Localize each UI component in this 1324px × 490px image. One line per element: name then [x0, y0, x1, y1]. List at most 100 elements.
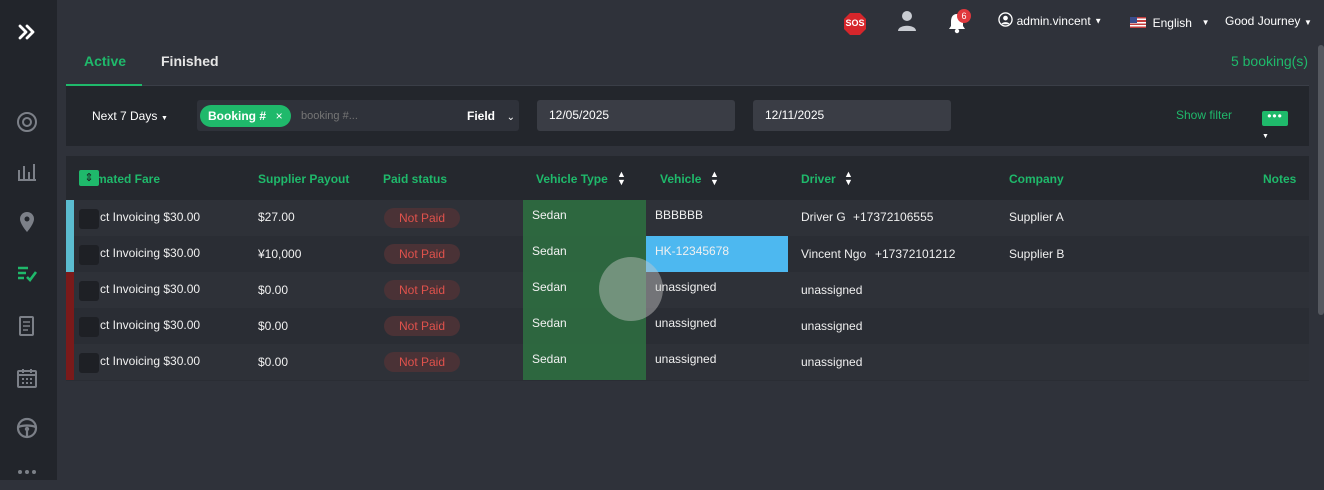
chevron-down-icon: ▼	[1262, 133, 1269, 140]
payout-cell: $27.00	[258, 210, 295, 224]
us-flag-icon	[1130, 17, 1146, 29]
tab-active[interactable]: Active	[84, 53, 126, 69]
chevron-down-icon: ⌄	[506, 112, 516, 123]
company-cell: Supplier A	[1009, 210, 1064, 224]
date-to-field[interactable]: 12/11/2025	[753, 100, 951, 131]
vehicle-cell[interactable]: unassigned	[655, 280, 716, 294]
vehicle-type-cell[interactable]: Sedan	[532, 244, 567, 258]
col-supplier-payout: Supplier Payout	[258, 172, 350, 186]
sos-button[interactable]: SOS	[843, 12, 867, 36]
steering-wheel-icon[interactable]	[13, 414, 41, 442]
sidebar	[0, 0, 57, 480]
paid-status-badge: Not Paid	[384, 280, 460, 300]
date-range-label: Next 7 Days	[92, 109, 158, 123]
payout-cell: $0.00	[258, 319, 289, 333]
vehicle-type-cell[interactable]: Sedan	[532, 352, 567, 366]
col-vehicle[interactable]: Vehicle	[660, 172, 701, 186]
table-row[interactable]: ct Invoicing $30.00 ¥10,000 Not Paid Sed…	[66, 236, 1309, 272]
chevron-down-icon: ▼	[1094, 16, 1103, 26]
expand-sidebar-icon[interactable]	[13, 18, 41, 46]
field-label: Field	[467, 109, 496, 123]
user-menu[interactable]: admin.vincent ▼	[998, 12, 1102, 30]
tab-finished[interactable]: Finished	[161, 53, 219, 69]
user-name: admin.vincent	[1016, 14, 1091, 28]
row-checkbox[interactable]	[79, 245, 99, 265]
date-to-value: 12/11/2025	[765, 108, 825, 122]
filter-bar: Next 7 Days ▼ Booking # × Field ⌄ 12/05/…	[66, 86, 1309, 146]
vehicle-cell[interactable]: BBBBBB	[655, 208, 703, 222]
row-checkbox[interactable]	[79, 317, 99, 337]
vehicle-cell[interactable]: unassigned	[655, 316, 716, 330]
chip-label: Booking #	[208, 109, 267, 123]
col-fare: mated Fare	[96, 172, 161, 186]
company-name: Good Journey	[1225, 14, 1301, 28]
driver-cell[interactable]: unassigned	[801, 319, 862, 333]
vehicle-cell[interactable]: HK-12345678	[655, 244, 729, 258]
reports-icon[interactable]	[13, 158, 41, 186]
fare-cell: ct Invoicing $30.00	[100, 282, 201, 296]
payout-cell: $0.00	[258, 283, 289, 297]
row-status-bar	[66, 272, 74, 308]
row-checkbox[interactable]	[79, 353, 99, 373]
table-row[interactable]: ct Invoicing $30.00 $0.00 Not Paid Sedan…	[66, 344, 1309, 380]
driver-cell[interactable]: unassigned	[801, 355, 862, 369]
fare-cell: ct Invoicing $30.00	[100, 354, 201, 368]
scrollbar[interactable]	[1318, 45, 1324, 315]
more-icon: •••	[1262, 110, 1288, 126]
payout-cell: ¥10,000	[258, 247, 302, 261]
driver-phone-cell: +17372101212	[875, 247, 956, 261]
row-status-bar	[66, 200, 74, 236]
col-vehicle-type[interactable]: Vehicle Type	[536, 172, 608, 186]
vehicle-type-cell[interactable]: Sedan	[532, 208, 567, 222]
user-icon	[998, 12, 1013, 30]
more-options-button[interactable]: ••• ▼	[1262, 108, 1298, 140]
more-apps-icon[interactable]	[13, 462, 41, 490]
row-status-bar	[66, 308, 74, 344]
search-box: Booking # × Field ⌄	[197, 100, 519, 131]
vehicle-type-cell[interactable]: Sedan	[532, 280, 567, 294]
calendar-icon[interactable]	[13, 364, 41, 392]
row-checkbox[interactable]	[79, 209, 99, 229]
row-checkbox[interactable]	[79, 281, 99, 301]
notification-badge: 6	[957, 9, 971, 23]
sort-icon[interactable]: ▲ ▼	[710, 170, 719, 187]
col-driver[interactable]: Driver	[801, 172, 836, 186]
driver-cell[interactable]: unassigned	[801, 283, 862, 297]
driver-cell[interactable]: Driver G	[801, 210, 846, 224]
date-range-dropdown[interactable]: Next 7 Days ▼	[92, 108, 168, 123]
company-menu[interactable]: Good Journey ▼	[1225, 13, 1312, 28]
vehicle-cell[interactable]: unassigned	[655, 352, 716, 366]
sort-icon[interactable]: ▲ ▼	[844, 170, 853, 187]
table-row[interactable]: ct Invoicing $30.00 $27.00 Not Paid Seda…	[66, 200, 1309, 236]
booking-filter-chip[interactable]: Booking # ×	[200, 105, 291, 127]
driver-phone-cell: +17372106555	[853, 210, 934, 224]
table-header: ⇕ mated Fare Supplier Payout Paid status…	[66, 156, 1309, 200]
table-row[interactable]: ct Invoicing $30.00 $0.00 Not Paid Sedan…	[66, 308, 1309, 344]
date-from-value: 12/05/2025	[549, 108, 610, 122]
field-dropdown[interactable]: Field ⌄	[467, 108, 515, 123]
fare-cell: ct Invoicing $30.00	[100, 318, 201, 332]
search-input[interactable]	[301, 105, 441, 127]
bookings-table: ⇕ mated Fare Supplier Payout Paid status…	[66, 156, 1309, 381]
sort-icon[interactable]: ▲ ▼	[617, 170, 626, 187]
close-icon[interactable]: ×	[276, 109, 283, 123]
paid-status-badge: Not Paid	[384, 352, 460, 372]
date-from-field[interactable]: 12/05/2025	[537, 100, 735, 131]
paid-status-badge: Not Paid	[384, 208, 460, 228]
booking-count: 5 booking(s)	[1230, 53, 1308, 69]
table-row[interactable]: ct Invoicing $30.00 $0.00 Not Paid Sedan…	[66, 272, 1309, 308]
fare-cell: ct Invoicing $30.00	[100, 246, 201, 260]
language-menu[interactable]: English ▼	[1130, 14, 1210, 30]
company-cell: Supplier B	[1009, 247, 1065, 261]
notifications-icon[interactable]: 6	[946, 9, 971, 34]
show-filter-link[interactable]: Show filter	[1176, 108, 1232, 122]
paid-status-badge: Not Paid	[384, 244, 460, 264]
vehicle-type-cell[interactable]: Sedan	[532, 316, 567, 330]
dashboard-icon[interactable]	[13, 108, 41, 136]
invoices-icon[interactable]	[13, 312, 41, 340]
driver-cell[interactable]: Vincent Ngo	[801, 247, 866, 261]
driver-icon[interactable]	[896, 10, 918, 32]
bookings-icon[interactable]	[13, 260, 41, 288]
row-status-bar	[66, 236, 74, 272]
location-icon[interactable]	[13, 208, 41, 236]
